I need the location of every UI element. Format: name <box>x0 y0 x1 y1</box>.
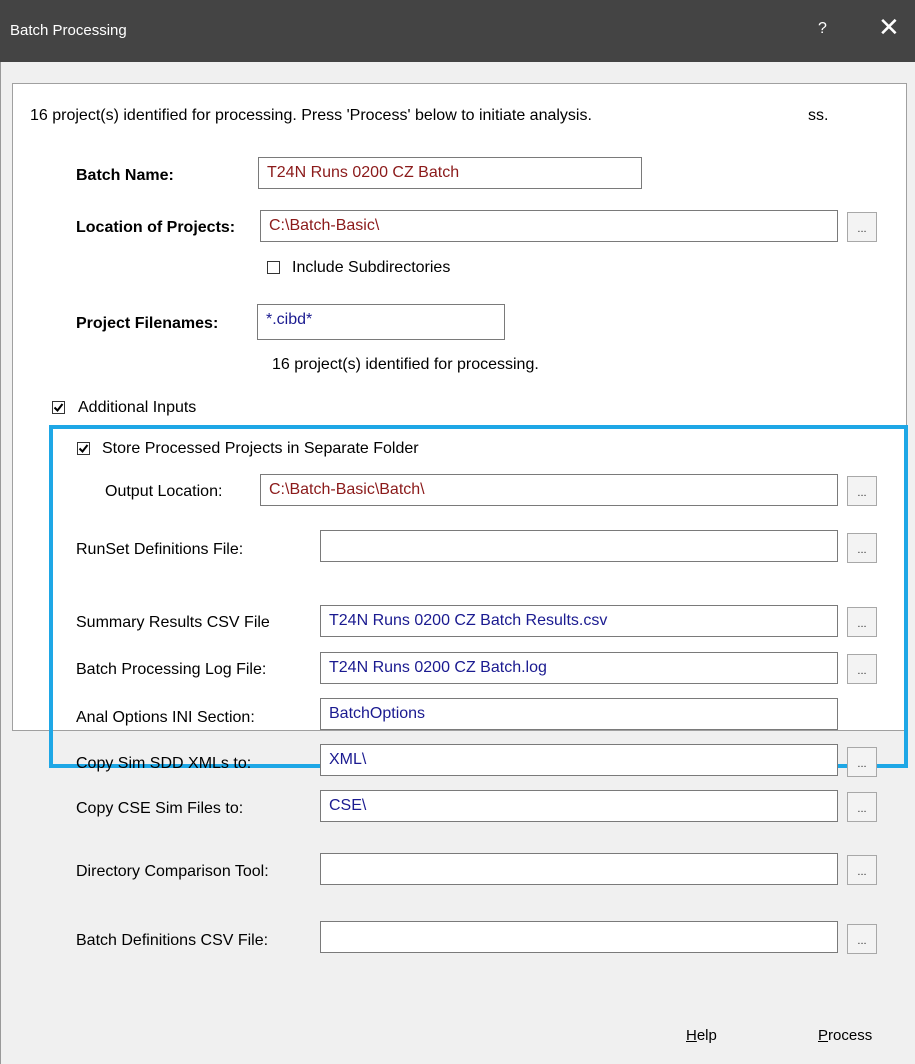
ini-section-input[interactable]: BatchOptions <box>320 698 838 730</box>
summary-csv-input[interactable]: T24N Runs 0200 CZ Batch Results.csv <box>320 605 838 637</box>
process-button[interactable]: Process <box>818 1027 872 1044</box>
dir-compare-label: Directory Comparison Tool: <box>76 863 269 880</box>
cse-files-input[interactable]: CSE\ <box>320 790 838 822</box>
log-file-label: Batch Processing Log File: <box>76 661 267 678</box>
batch-defs-browse-button[interactable]: ... <box>847 924 877 954</box>
title-bar[interactable]: Batch Processing ? ✕ <box>0 0 915 62</box>
checkmark-icon <box>53 403 64 413</box>
location-label: Location of Projects: <box>76 219 236 236</box>
status-text-top: 16 project(s) identified for processing.… <box>30 107 592 124</box>
additional-inputs-label: Additional Inputs <box>78 399 197 416</box>
help-label: elp <box>696 1027 717 1044</box>
include-subdirs-checkbox[interactable] <box>267 261 280 274</box>
log-file-input[interactable]: T24N Runs 0200 CZ Batch.log <box>320 652 838 684</box>
process-label: rocess <box>828 1027 873 1044</box>
dir-compare-browse-button[interactable]: ... <box>847 855 877 885</box>
output-location-label: Output Location: <box>105 483 223 500</box>
sdd-xml-label: Copy Sim SDD XMLs to: <box>76 755 252 772</box>
batch-defs-label: Batch Definitions CSV File: <box>76 932 269 949</box>
dir-compare-input[interactable] <box>320 853 838 885</box>
batch-name-input[interactable]: T24N Runs 0200 CZ Batch <box>258 157 642 189</box>
status-text-mid: 16 project(s) identified for processing. <box>272 356 539 373</box>
log-file-browse-button[interactable]: ... <box>847 654 877 684</box>
store-separate-label: Store Processed Projects in Separate Fol… <box>102 440 419 457</box>
sdd-xml-browse-button[interactable]: ... <box>847 747 877 777</box>
sdd-xml-input[interactable]: XML\ <box>320 744 838 776</box>
batch-defs-input[interactable] <box>320 921 838 953</box>
additional-inputs-checkbox[interactable] <box>52 401 65 414</box>
status-text-fragment: ss. <box>808 107 829 124</box>
filenames-input[interactable]: *.cibd* <box>257 304 505 340</box>
ini-section-label: Anal Options INI Section: <box>76 709 255 726</box>
filenames-label: Project Filenames: <box>76 315 219 332</box>
checkmark-icon <box>78 444 89 454</box>
include-subdirs-label: Include Subdirectories <box>292 259 451 276</box>
close-button[interactable]: ✕ <box>878 14 900 40</box>
location-browse-button[interactable]: ... <box>847 212 877 242</box>
batch-name-label: Batch Name: <box>76 167 174 184</box>
help-button[interactable]: ? <box>818 20 827 38</box>
runset-input[interactable] <box>320 530 838 562</box>
summary-csv-browse-button[interactable]: ... <box>847 607 877 637</box>
help-dialog-button[interactable]: Help <box>686 1027 717 1044</box>
runset-label: RunSet Definitions File: <box>76 541 244 558</box>
output-location-browse-button[interactable]: ... <box>847 476 877 506</box>
help-accelerator: H <box>686 1027 697 1044</box>
cse-files-label: Copy CSE Sim Files to: <box>76 800 244 817</box>
location-input[interactable]: C:\Batch-Basic\ <box>260 210 838 242</box>
process-accelerator: P <box>818 1027 829 1044</box>
summary-csv-label: Summary Results CSV File <box>76 614 270 631</box>
window-title: Batch Processing <box>10 22 127 39</box>
store-separate-checkbox[interactable] <box>77 442 90 455</box>
cse-files-browse-button[interactable]: ... <box>847 792 877 822</box>
runset-browse-button[interactable]: ... <box>847 533 877 563</box>
output-location-input[interactable]: C:\Batch-Basic\Batch\ <box>260 474 838 506</box>
